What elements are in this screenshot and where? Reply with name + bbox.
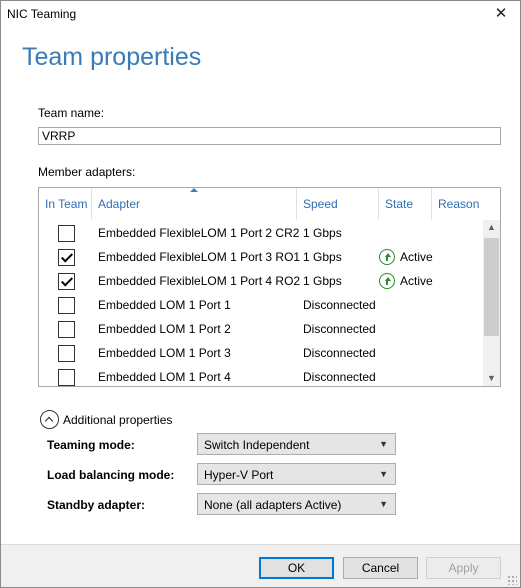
teaming-mode-value: Switch Independent: [204, 438, 310, 452]
scroll-down-icon[interactable]: ▼: [483, 371, 500, 386]
adapter-name: Embedded FlexibleLOM 1 Port 4 RO2: [98, 274, 301, 288]
adapter-name: Embedded LOM 1 Port 4: [98, 370, 231, 384]
load-balancing-mode-label: Load balancing mode:: [47, 468, 175, 482]
adapter-state: Active: [400, 250, 433, 264]
member-adapters-label: Member adapters:: [38, 165, 136, 179]
adapter-name: Embedded LOM 1 Port 3: [98, 346, 231, 360]
adapter-name: Embedded LOM 1 Port 1: [98, 298, 231, 312]
adapter-name: Embedded FlexibleLOM 1 Port 3 RO1: [98, 250, 301, 264]
load-balancing-mode-value: Hyper-V Port: [204, 468, 274, 482]
apply-button[interactable]: Apply: [426, 557, 501, 579]
adapter-speed: Disconnected: [303, 322, 376, 336]
adapter-speed: Disconnected: [303, 346, 376, 360]
scroll-up-icon[interactable]: ▲: [483, 220, 500, 235]
standby-adapter-select[interactable]: None (all adapters Active) ▼: [197, 493, 396, 515]
table-row[interactable]: Embedded LOM 1 Port 1 Disconnected: [39, 294, 484, 318]
adapter-speed: 1 Gbps: [303, 274, 342, 288]
chevron-down-icon: ▼: [379, 499, 388, 509]
in-team-checkbox[interactable]: [58, 225, 75, 242]
adapter-name: Embedded LOM 1 Port 2: [98, 322, 231, 336]
column-header-speed[interactable]: Speed: [297, 188, 379, 220]
title-bar: NIC Teaming ✕: [1, 1, 520, 29]
in-team-checkbox[interactable]: [58, 297, 75, 314]
ok-button[interactable]: OK: [259, 557, 334, 579]
in-team-checkbox[interactable]: [58, 369, 75, 386]
column-header-reason[interactable]: Reason: [432, 188, 484, 220]
in-team-checkbox[interactable]: [58, 345, 75, 362]
scroll-thumb[interactable]: [484, 238, 499, 336]
teaming-mode-select[interactable]: Switch Independent ▼: [197, 433, 396, 455]
chevron-down-icon: ▼: [379, 439, 388, 449]
additional-properties-label[interactable]: Additional properties: [63, 413, 172, 427]
adapter-speed: 1 Gbps: [303, 250, 342, 264]
page-title: Team properties: [22, 43, 202, 71]
teaming-mode-label: Teaming mode:: [47, 438, 135, 452]
team-name-input[interactable]: VRRP: [38, 127, 501, 145]
chevron-down-icon: ▼: [379, 469, 388, 479]
in-team-checkbox[interactable]: [58, 273, 75, 290]
adapter-state: Active: [400, 274, 433, 288]
table-row[interactable]: Embedded LOM 1 Port 3 Disconnected: [39, 342, 484, 366]
load-balancing-mode-select[interactable]: Hyper-V Port ▼: [197, 463, 396, 485]
column-header-in-team[interactable]: In Team: [39, 188, 92, 220]
table-row[interactable]: Embedded FlexibleLOM 1 Port 2 CR2 1 Gbps: [39, 222, 484, 246]
vertical-scrollbar[interactable]: ▲ ▼: [483, 220, 500, 386]
window-title: NIC Teaming: [7, 7, 77, 21]
resize-grip-icon[interactable]: [507, 575, 517, 585]
table-row[interactable]: Embedded FlexibleLOM 1 Port 3 RO1 1 Gbps A…: [39, 246, 484, 270]
column-header-state[interactable]: State: [379, 188, 432, 220]
cancel-button[interactable]: Cancel: [343, 557, 418, 579]
adapter-speed: 1 Gbps: [303, 226, 342, 240]
column-header-adapter[interactable]: Adapter: [92, 188, 297, 220]
up-arrow-circle-icon: [379, 249, 395, 265]
table-row[interactable]: Embedded LOM 1 Port 2 Disconnected: [39, 318, 484, 342]
table-row[interactable]: Embedded FlexibleLOM 1 Port 4 RO2 1 Gbps A…: [39, 270, 484, 294]
adapter-name: Embedded FlexibleLOM 1 Port 2 CR2: [98, 226, 300, 240]
list-header: In Team Adapter Speed State Reason: [39, 188, 484, 220]
nic-teaming-dialog: NIC Teaming ✕ Team properties Team name:…: [0, 0, 521, 588]
close-icon[interactable]: ✕: [492, 5, 510, 23]
table-row[interactable]: Embedded LOM 1 Port 4 Disconnected: [39, 366, 484, 386]
button-bar: OK Cancel Apply: [1, 544, 520, 587]
in-team-checkbox[interactable]: [58, 249, 75, 266]
adapter-speed: Disconnected: [303, 298, 376, 312]
collapse-chevron-icon[interactable]: [40, 410, 59, 429]
in-team-checkbox[interactable]: [58, 321, 75, 338]
up-arrow-circle-icon: [379, 273, 395, 289]
member-adapters-list[interactable]: In Team Adapter Speed State Reason Embed…: [38, 187, 501, 387]
standby-adapter-label: Standby adapter:: [47, 498, 146, 512]
team-name-label: Team name:: [38, 106, 105, 120]
sort-ascending-icon: [190, 188, 198, 192]
adapter-speed: Disconnected: [303, 370, 376, 384]
standby-adapter-value: None (all adapters Active): [204, 498, 342, 512]
